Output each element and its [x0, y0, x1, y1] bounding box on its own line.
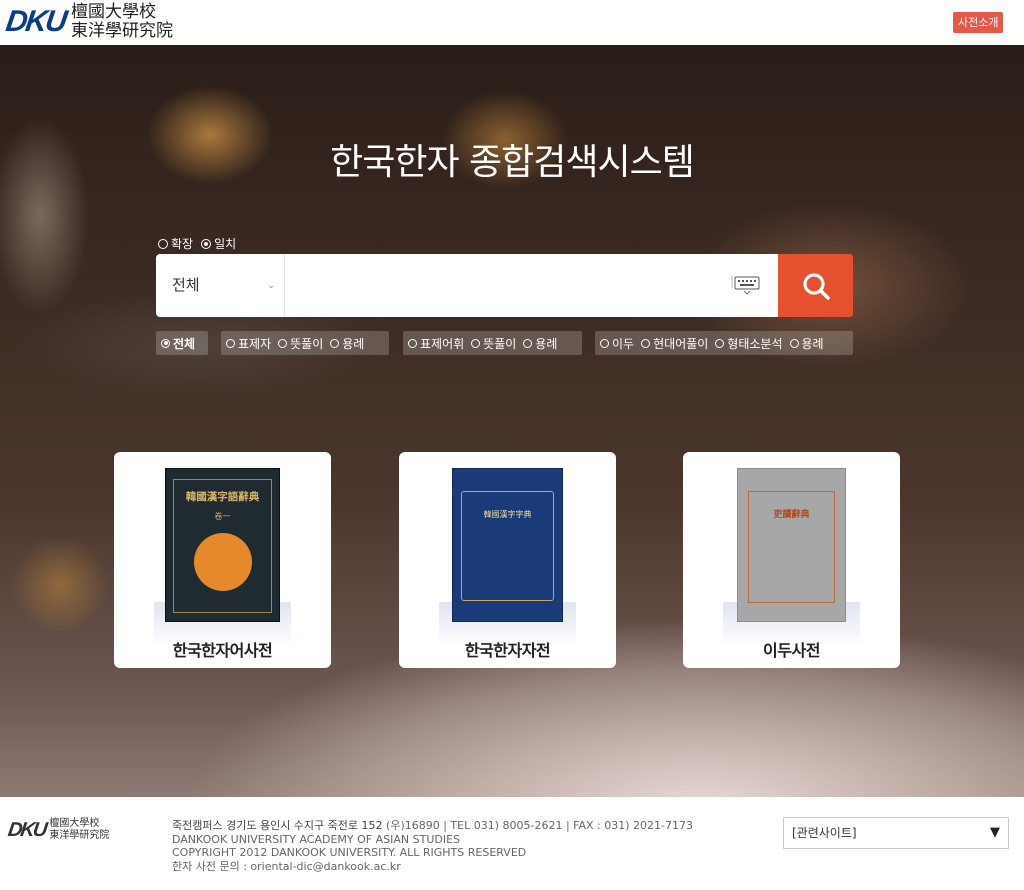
mode-radio-label: 확장	[171, 237, 194, 251]
dictionary-card-idu[interactable]: 吏讀辭典 이두사전	[683, 452, 900, 668]
book-title: 韓國漢字語辭典	[185, 491, 260, 503]
related-sites-value: [관련사이트]	[792, 826, 857, 840]
filter-headchar[interactable]: 표제자	[226, 335, 271, 352]
filter-label: 형태소분석	[727, 336, 783, 351]
mode-radio-exact[interactable]: 일치	[201, 235, 236, 252]
site-footer: DKU 檀國大學校 東洋學研究院 죽전캠퍼스 경기도 용인시 수지구 죽전로 1…	[0, 797, 1024, 890]
radio-selected-icon	[161, 338, 170, 348]
filter-label: 용례	[342, 336, 365, 351]
filter-group-idu: 이두 현대어풀이 형태소분석 용례	[595, 331, 853, 355]
hero-section: 한국한자 종합검색시스템 확장 일치 전체 ⌄ 전체 표제자 뜻풀이 용례 표제…	[0, 45, 1024, 797]
search-mode-radios: 확장 일치	[158, 235, 236, 252]
radio-unselected-icon	[523, 338, 533, 348]
chevron-down-icon: ⌄	[267, 280, 276, 291]
logo-line1: 檀國大學校	[71, 2, 156, 22]
filter-example[interactable]: 용례	[523, 335, 557, 352]
footer-org-name: DANKOOK UNIVERSITY ACADEMY OF ASIAN STUD…	[172, 832, 461, 846]
book-frame	[461, 491, 554, 601]
book-seal	[194, 533, 252, 591]
filter-label: 용례	[801, 336, 824, 351]
book-title: 韓國漢字字典	[483, 510, 532, 519]
search-bar: 전체 ⌄	[156, 254, 853, 317]
radio-selected-icon	[201, 238, 212, 249]
dropdown-arrow-icon: ▼	[990, 825, 1000, 840]
radio-unselected-icon	[641, 338, 651, 348]
university-logo[interactable]: DKU 檀國大學校 東洋學研究院	[3, 2, 173, 42]
footer-address-rest: (우)16890 | TEL 031) 8005-2621 | FAX : 03…	[382, 819, 693, 832]
card-label: 한국한자어사전	[172, 641, 273, 660]
logo-dku-mark: DKU	[3, 5, 68, 38]
footer-logo: DKU 檀國大學校 東洋學研究院	[6, 818, 110, 842]
logo-line2: 東洋學研究院	[71, 21, 173, 41]
footer-address: 죽전캠퍼스 경기도 용인시 수지구 죽전로 152 (우)16890 | TEL…	[172, 819, 693, 833]
filter-meaning[interactable]: 뜻풀이	[278, 335, 323, 352]
filter-group-all: 전체	[156, 331, 208, 355]
filter-headword[interactable]: 표제어휘	[408, 335, 464, 352]
footer-logo-dku-mark: DKU	[6, 818, 47, 841]
book-title: 吏讀辭典	[773, 510, 810, 520]
radio-unselected-icon	[330, 338, 340, 348]
filter-example[interactable]: 용례	[789, 335, 824, 352]
footer-logo-text: 檀國大學校 東洋學研究院	[49, 818, 109, 842]
footer-logo-line1: 檀國大學校	[49, 818, 100, 829]
radio-unselected-icon	[278, 338, 288, 348]
filter-idu[interactable]: 이두	[600, 335, 634, 352]
filter-label: 표제자	[238, 336, 272, 351]
search-button[interactable]	[778, 254, 853, 317]
filter-label: 이두	[612, 336, 635, 351]
filter-label: 용례	[535, 336, 558, 351]
site-header: DKU 檀國大學校 東洋學研究院 사전소개	[0, 0, 1024, 45]
radio-unselected-icon	[158, 238, 168, 249]
mode-radio-label: 일치	[214, 237, 237, 251]
filter-label: 뜻풀이	[290, 336, 324, 351]
dictionary-card-hanja-char[interactable]: 韓國漢字字典 한국한자자전	[399, 452, 616, 668]
radio-unselected-icon	[715, 338, 725, 348]
radio-unselected-icon	[471, 338, 481, 348]
footer-copyright: COPYRIGHT 2012 DANKOOK UNIVERSITY. ALL R…	[172, 846, 527, 859]
filter-meaning[interactable]: 뜻풀이	[471, 335, 516, 352]
book-cover-image: 韓國漢字字典	[452, 468, 563, 622]
filter-group-hanja: 표제자 뜻풀이 용례	[221, 331, 389, 355]
filter-label: 뜻풀이	[483, 336, 517, 351]
search-input[interactable]	[286, 254, 746, 317]
page-title: 한국한자 종합검색시스템	[330, 142, 695, 183]
mode-radio-expand[interactable]: 확장	[158, 235, 193, 252]
filter-label: 현대어풀이	[653, 336, 709, 351]
card-label: 이두사전	[763, 641, 820, 660]
radio-unselected-icon	[408, 338, 417, 348]
footer-logo-line2: 東洋學研究院	[49, 830, 110, 841]
book-cover-image: 韓國漢字語辭典 卷一	[165, 468, 280, 622]
footer-info: 죽전캠퍼스 경기도 용인시 수지구 죽전로 152 (우)16890 | TEL…	[172, 819, 693, 873]
book-volume: 卷一	[214, 512, 231, 521]
radio-unselected-icon	[600, 338, 609, 348]
radio-unselected-icon	[789, 338, 799, 348]
search-icon	[802, 272, 830, 300]
dictionary-intro-button[interactable]: 사전소개	[953, 12, 1004, 33]
dictionary-card-hanja-vocab[interactable]: 韓國漢字語辭典 卷一 한국한자어사전	[114, 452, 331, 668]
radio-unselected-icon	[226, 338, 235, 348]
search-scope-select[interactable]: 전체 ⌄	[156, 254, 285, 317]
search-scope-value: 전체	[172, 276, 200, 294]
filter-label: 표제어휘	[420, 336, 465, 351]
footer-contact: 한자 사전 문의 : oriental-dic@dankook.ac.kr	[172, 859, 401, 873]
keyboard-icon[interactable]	[731, 274, 761, 296]
footer-address-strong: 죽전캠퍼스 경기도 용인시 수지구 죽전로 152	[172, 819, 383, 832]
filter-group-vocab: 표제어휘 뜻풀이 용례	[403, 331, 582, 355]
related-sites-select[interactable]: [관련사이트] ▼	[783, 817, 1009, 849]
filter-label: 전체	[173, 336, 196, 351]
filter-morpheme[interactable]: 형태소분석	[715, 335, 783, 352]
filter-all[interactable]: 전체	[161, 335, 195, 352]
filter-example[interactable]: 용례	[330, 335, 364, 352]
logo-text: 檀國大學校 東洋學研究院	[71, 3, 173, 41]
card-label: 한국한자자전	[464, 641, 551, 660]
book-cover-image: 吏讀辭典	[737, 468, 846, 622]
filter-modern[interactable]: 현대어풀이	[641, 335, 708, 352]
